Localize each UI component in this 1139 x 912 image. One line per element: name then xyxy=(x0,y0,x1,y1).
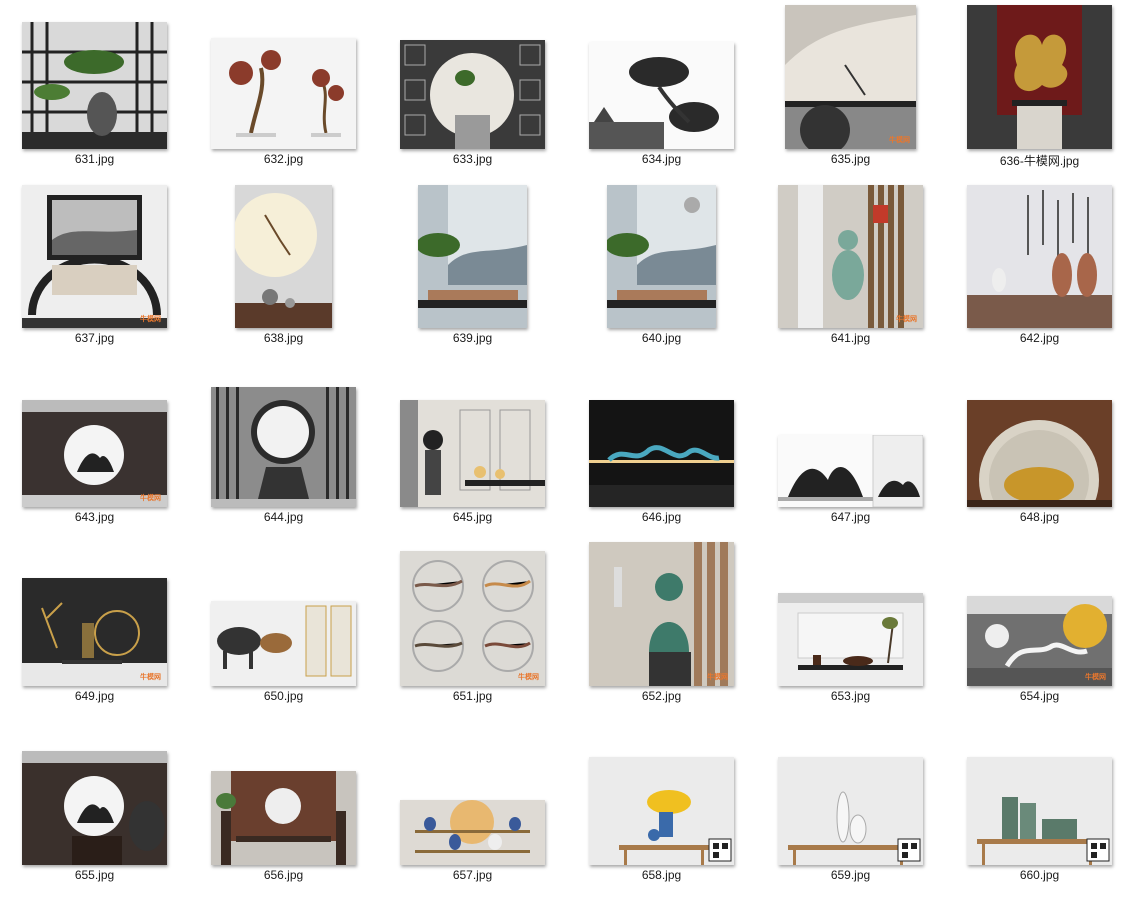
file-name: 632.jpg xyxy=(263,152,304,166)
file-tile[interactable]: 牛模网 651.jpg xyxy=(378,537,567,716)
thumbnail-image xyxy=(400,40,545,149)
file-tile[interactable]: 636-牛模网.jpg xyxy=(945,0,1134,179)
thumbnail-image xyxy=(211,387,356,507)
file-name: 636-牛模网.jpg xyxy=(999,154,1080,168)
file-tile[interactable]: 640.jpg xyxy=(567,179,756,358)
file-name: 657.jpg xyxy=(452,868,493,882)
thumbnail-image xyxy=(400,400,545,507)
thumbnail-image xyxy=(22,751,167,865)
watermark-logo: 牛模网 xyxy=(896,316,917,323)
file-tile[interactable]: 牛模网 649.jpg xyxy=(0,537,189,716)
file-name: 644.jpg xyxy=(263,510,304,524)
file-tile[interactable]: 660.jpg xyxy=(945,716,1134,895)
file-tile[interactable]: 659.jpg xyxy=(756,716,945,895)
watermark-logo: 牛模网 xyxy=(889,137,910,144)
file-tile[interactable]: 656.jpg xyxy=(189,716,378,895)
file-tile[interactable]: 657.jpg xyxy=(378,716,567,895)
file-name: 637.jpg xyxy=(74,331,115,345)
file-name: 642.jpg xyxy=(1019,331,1060,345)
thumbnail-image xyxy=(967,400,1112,507)
file-name: 633.jpg xyxy=(452,152,493,166)
file-tile[interactable]: 牛模网 637.jpg xyxy=(0,179,189,358)
thumbnail-image xyxy=(589,757,734,865)
thumbnail-image: 牛模网 xyxy=(589,542,734,686)
file-name: 653.jpg xyxy=(830,689,871,703)
thumbnail-image xyxy=(778,435,923,507)
file-tile[interactable]: 644.jpg xyxy=(189,358,378,537)
file-name: 646.jpg xyxy=(641,510,682,524)
file-tile[interactable]: 658.jpg xyxy=(567,716,756,895)
thumbnail-image xyxy=(211,771,356,865)
file-tile[interactable]: 632.jpg xyxy=(189,0,378,179)
file-name: 656.jpg xyxy=(263,868,304,882)
thumbnail-image xyxy=(607,185,716,328)
thumbnail-image xyxy=(400,800,545,865)
file-name: 643.jpg xyxy=(74,510,115,524)
thumbnail-image: 牛模网 xyxy=(778,185,923,328)
thumbnail-image xyxy=(22,22,167,149)
file-name: 660.jpg xyxy=(1019,868,1060,882)
file-tile[interactable]: 638.jpg xyxy=(189,179,378,358)
file-name: 647.jpg xyxy=(830,510,871,524)
file-tile[interactable]: 653.jpg xyxy=(756,537,945,716)
file-tile[interactable]: 650.jpg xyxy=(189,537,378,716)
thumbnail-image: 牛模网 xyxy=(785,5,916,149)
file-tile[interactable]: 牛模网 652.jpg xyxy=(567,537,756,716)
thumbnail-image xyxy=(211,601,356,686)
file-name: 650.jpg xyxy=(263,689,304,703)
thumbnail-image xyxy=(589,400,734,507)
file-name: 648.jpg xyxy=(1019,510,1060,524)
file-tile[interactable]: 牛模网 641.jpg xyxy=(756,179,945,358)
thumbnail-image xyxy=(778,757,923,865)
thumbnail-image: 牛模网 xyxy=(22,400,167,507)
thumbnail-image xyxy=(211,38,356,149)
thumbnail-image xyxy=(967,5,1112,149)
file-tile[interactable]: 633.jpg xyxy=(378,0,567,179)
file-tile[interactable]: 牛模网 635.jpg xyxy=(756,0,945,179)
file-tile[interactable]: 648.jpg xyxy=(945,358,1134,537)
file-name: 652.jpg xyxy=(641,689,682,703)
file-name: 631.jpg xyxy=(74,152,115,166)
file-name: 649.jpg xyxy=(74,689,115,703)
file-name: 645.jpg xyxy=(452,510,493,524)
file-name: 658.jpg xyxy=(641,868,682,882)
thumbnail-image xyxy=(778,593,923,686)
file-tile[interactable]: 642.jpg xyxy=(945,179,1134,358)
file-tile[interactable]: 631.jpg xyxy=(0,0,189,179)
thumbnail-image xyxy=(235,185,332,328)
file-tile[interactable]: 牛模网 643.jpg xyxy=(0,358,189,537)
file-tile[interactable]: 牛模网 654.jpg xyxy=(945,537,1134,716)
file-tile[interactable]: 645.jpg xyxy=(378,358,567,537)
file-name: 639.jpg xyxy=(452,331,493,345)
thumbnail-image xyxy=(418,185,527,328)
thumbnail-image xyxy=(967,185,1112,328)
watermark-logo: 牛模网 xyxy=(518,674,539,681)
file-name: 634.jpg xyxy=(641,152,682,166)
file-name: 655.jpg xyxy=(74,868,115,882)
thumbnail-image: 牛模网 xyxy=(22,185,167,328)
file-name: 659.jpg xyxy=(830,868,871,882)
thumbnail-grid: 631.jpg 632.jpg 633.jpg 634.jpg 牛模网 635.… xyxy=(0,0,1139,912)
watermark-logo: 牛模网 xyxy=(140,495,161,502)
file-tile[interactable]: 634.jpg xyxy=(567,0,756,179)
file-name: 651.jpg xyxy=(452,689,493,703)
thumbnail-image xyxy=(967,757,1112,865)
file-tile[interactable]: 646.jpg xyxy=(567,358,756,537)
thumbnail-image xyxy=(589,42,734,149)
watermark-logo: 牛模网 xyxy=(140,674,161,681)
thumbnail-image: 牛模网 xyxy=(400,551,545,686)
file-name: 641.jpg xyxy=(830,331,871,345)
thumbnail-image: 牛模网 xyxy=(967,596,1112,686)
thumbnail-image: 牛模网 xyxy=(22,578,167,686)
file-tile[interactable]: 639.jpg xyxy=(378,179,567,358)
file-name: 635.jpg xyxy=(830,152,871,166)
file-name: 640.jpg xyxy=(641,331,682,345)
watermark-logo: 牛模网 xyxy=(140,316,161,323)
watermark-logo: 牛模网 xyxy=(707,674,728,681)
watermark-logo: 牛模网 xyxy=(1085,674,1106,681)
file-tile[interactable]: 647.jpg xyxy=(756,358,945,537)
file-name: 638.jpg xyxy=(263,331,304,345)
file-name: 654.jpg xyxy=(1019,689,1060,703)
file-tile[interactable]: 655.jpg xyxy=(0,716,189,895)
